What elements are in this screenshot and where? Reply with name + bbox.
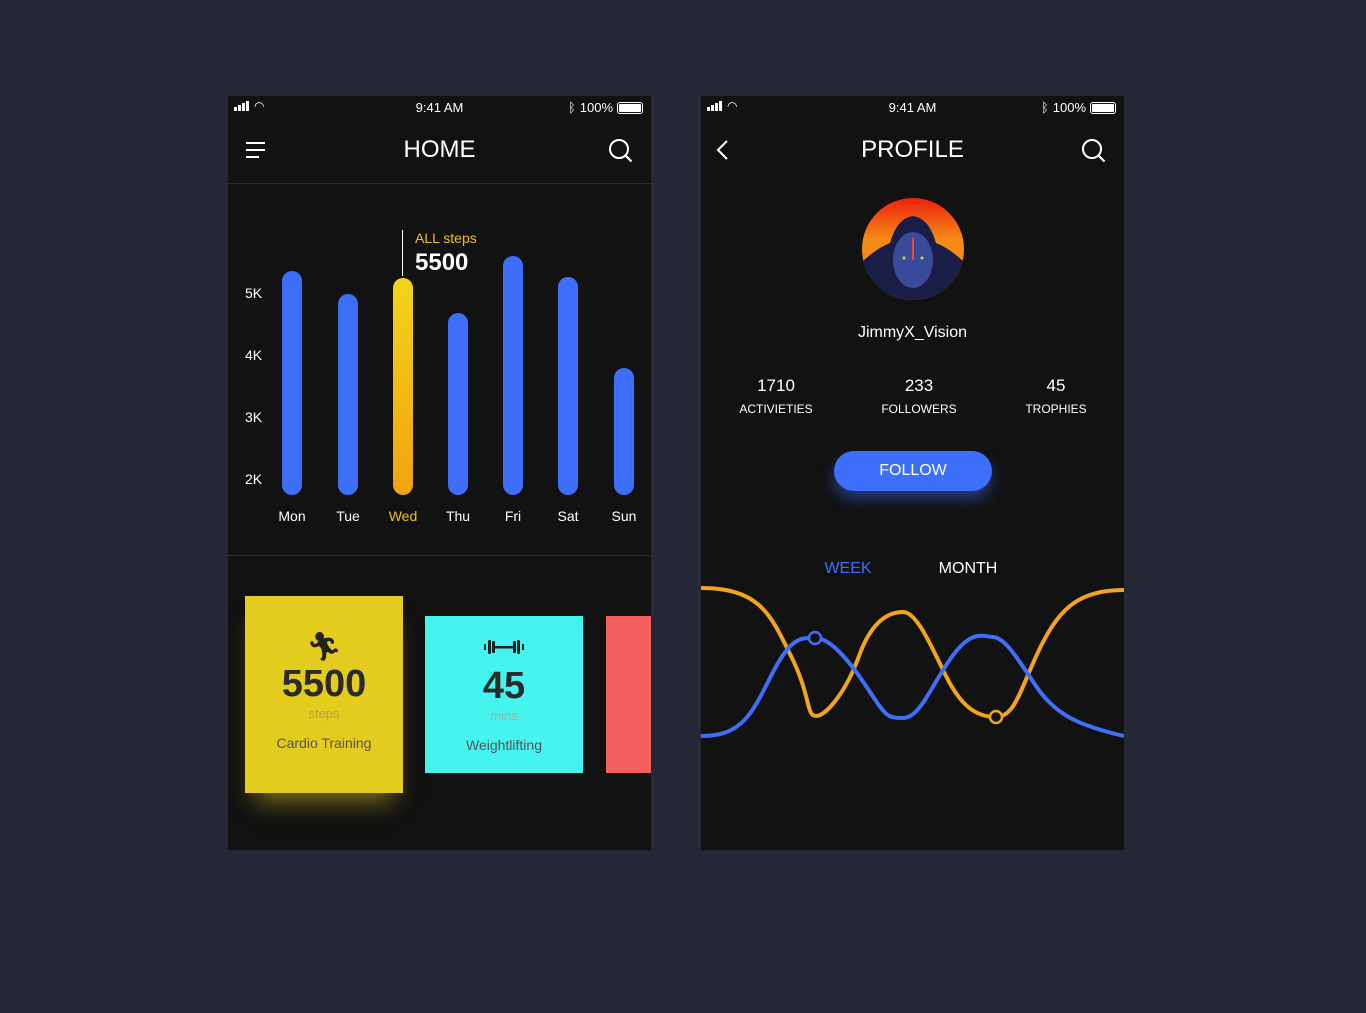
stat-followers[interactable]: 233 FOLLOWERS (849, 376, 989, 416)
battery-status: ᛒ 100% (568, 100, 643, 115)
stat-activities: 1710 ACTIVIETIES (706, 376, 846, 416)
stat-value: 233 (904, 376, 934, 395)
dumbbell-icon (484, 640, 524, 654)
y-tick-label: 2K (245, 471, 263, 487)
blue-point-marker (807, 630, 823, 646)
battery-icon (1090, 101, 1116, 114)
card-value: 45 (482, 665, 526, 707)
divider (228, 555, 651, 556)
y-tick-label: 4K (245, 347, 263, 363)
page-title: HOME (403, 136, 476, 163)
activity-card-partial[interactable] (606, 616, 651, 773)
card-unit: mins (490, 708, 518, 723)
cardio-card[interactable]: 🏃︎ 5500 steps Cardio Training (245, 596, 403, 793)
weightlifting-card[interactable]: 45 mins Weightlifting (425, 616, 583, 773)
stat-value: 45 (1046, 376, 1066, 395)
activity-wave-chart (701, 586, 1124, 738)
running-icon: 🏃︎ (306, 631, 342, 662)
bluetooth-icon: ᛒ (567, 100, 576, 115)
stat-label: TROPHIES (1025, 402, 1087, 416)
status-bar: ◠ 9:41 AM ᛒ 100% (228, 96, 651, 118)
bar-wed[interactable] (393, 277, 413, 495)
stat-trophies: 45 TROPHIES (986, 376, 1124, 416)
avatar[interactable] (862, 198, 964, 300)
bar-thu[interactable] (448, 313, 468, 495)
username: JimmyX_Vision (857, 324, 968, 341)
blue-line (701, 633, 1124, 738)
card-value: 5500 (281, 663, 367, 705)
x-tick-label: Wed (388, 508, 418, 524)
orange-point-marker (988, 709, 1004, 725)
tooltip-line (402, 230, 403, 276)
home-screen: ◠ 9:41 AM ᛒ 100% HOME 5K 4K 3K 2K Mon Tue Wed Th… (228, 96, 651, 850)
bar-sat[interactable] (558, 277, 578, 495)
bar-fri[interactable] (503, 256, 523, 495)
x-tick-label: Tue (336, 508, 360, 524)
bar-mon[interactable] (282, 271, 302, 495)
y-tick-label: 5K (245, 285, 263, 301)
bar-tue[interactable] (338, 294, 358, 495)
tooltip-value: 5500 (415, 249, 469, 276)
divider (228, 183, 651, 184)
follow-button[interactable]: FOLLOW (834, 451, 992, 491)
stat-label: FOLLOWERS (881, 402, 957, 416)
battery-percent: 100% (1052, 100, 1086, 115)
search-icon[interactable] (608, 138, 634, 164)
x-tick-label: Thu (445, 508, 471, 524)
page-title: PROFILE (861, 136, 964, 163)
orange-line (701, 586, 1124, 720)
battery-icon (617, 101, 643, 114)
x-tick-label: Sat (557, 508, 579, 524)
stat-value: 1710 (757, 376, 795, 395)
card-label: Cardio Training (276, 735, 372, 751)
card-label: Weightlifting (465, 737, 542, 753)
x-tick-label: Fri (504, 508, 522, 524)
search-icon[interactable] (1081, 138, 1107, 164)
battery-status: ᛒ 100% (1041, 100, 1116, 115)
status-bar: ◠ 9:41 AM ᛒ 100% (701, 96, 1124, 118)
x-tick-label: Mon (278, 508, 306, 524)
bar-sun[interactable] (614, 368, 634, 495)
x-tick-label: Sun (611, 508, 637, 524)
profile-screen: ◠ 9:41 AM ᛒ 100% PROFILE JimmyX_Vision 17… (701, 96, 1124, 850)
bluetooth-icon: ᛒ (1040, 100, 1049, 115)
card-unit: steps (308, 706, 340, 721)
battery-percent: 100% (579, 100, 613, 115)
y-tick-label: 3K (245, 409, 263, 425)
stat-label: ACTIVIETIES (739, 402, 813, 416)
tooltip-label: ALL steps (415, 230, 477, 246)
